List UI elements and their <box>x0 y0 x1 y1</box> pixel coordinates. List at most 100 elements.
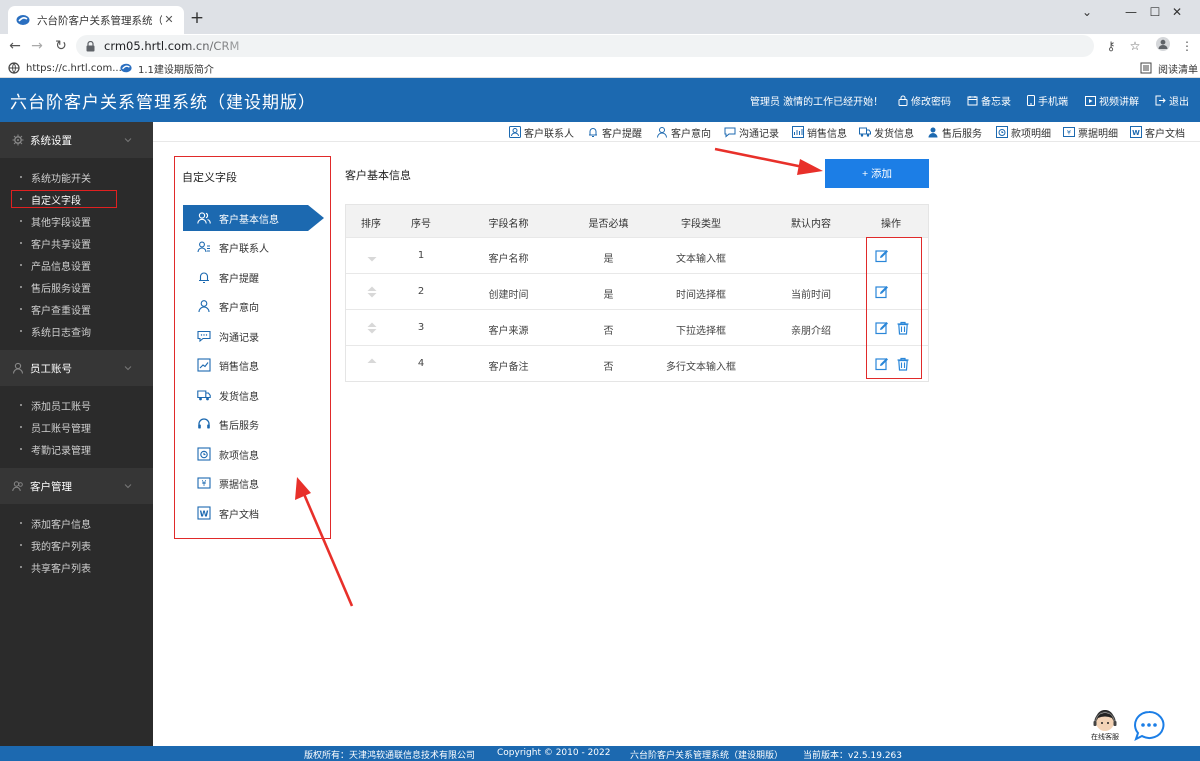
logout-icon <box>1155 95 1166 106</box>
cell-field-name: 创建时间 <box>488 290 529 301</box>
window-close-icon[interactable]: ✕ <box>1154 0 1200 28</box>
profile-avatar-icon[interactable] <box>1154 37 1172 55</box>
column-header-actions: 操作 <box>881 219 901 230</box>
column-header-index: 序号 <box>411 219 431 230</box>
field-category-basic-info[interactable]: 客户基本信息 <box>183 205 324 231</box>
more-menu-icon[interactable]: ⋮ <box>1178 37 1196 55</box>
lock-icon <box>898 95 908 106</box>
browser-tab[interactable]: 六台阶客户关系管理系统（建设期 ✕ <box>8 6 184 34</box>
truck-icon <box>859 127 871 137</box>
table-row: 1 客户名称 是 文本输入框 <box>346 237 928 273</box>
column-header-sort: 排序 <box>361 219 381 230</box>
field-category-after-sales[interactable]: 售后服务 <box>183 411 308 437</box>
sidebar-item-system-log[interactable]: 系统日志查询 <box>0 320 153 342</box>
sidebar-item-duplicate-check-settings[interactable]: 客户查重设置 <box>0 298 153 320</box>
change-password-link[interactable]: 修改密码 <box>898 93 951 108</box>
sidebar-item-after-sales-settings[interactable]: 售后服务设置 <box>0 276 153 298</box>
table-row: 2 创建时间 是 时间选择框 当前时间 <box>346 273 928 309</box>
toolbar-sales-info[interactable]: 销售信息 <box>792 125 847 140</box>
toolbar-invoice-details[interactable]: ¥ 票据明细 <box>1063 125 1118 140</box>
field-category-communication[interactable]: 沟通记录 <box>183 323 308 349</box>
memo-link[interactable]: 备忘录 <box>967 93 1011 108</box>
active-arrow <box>308 205 324 231</box>
user-icon <box>657 127 667 138</box>
reload-icon[interactable]: ↻ <box>52 37 70 55</box>
mobile-link[interactable]: 手机端 <box>1027 93 1068 108</box>
chevron-down-icon[interactable]: ⌄ <box>1064 0 1110 28</box>
service-user-icon <box>928 127 938 138</box>
star-icon[interactable]: ☆ <box>1126 37 1144 55</box>
toolbar-after-sales[interactable]: 售后服务 <box>927 125 982 140</box>
sidebar-group-system-settings[interactable]: 系统设置 <box>0 122 153 158</box>
back-icon[interactable]: ← <box>6 37 24 55</box>
add-field-button[interactable]: + 添加 <box>825 159 929 188</box>
sidebar-item-other-field-settings[interactable]: 其他字段设置 <box>0 210 153 232</box>
sidebar-group-customer-management[interactable]: 客户管理 <box>0 468 153 504</box>
sidebar-item-customer-share-settings[interactable]: 客户共享设置 <box>0 232 153 254</box>
toolbar-customer-intent[interactable]: 客户意向 <box>656 125 711 140</box>
field-category-reminders[interactable]: 客户提醒 <box>183 264 308 290</box>
gear-icon <box>12 134 24 146</box>
cell-field-type: 多行文本输入框 <box>666 362 736 373</box>
column-header-required: 是否必填 <box>588 219 629 230</box>
sidebar-item-product-settings[interactable]: 产品信息设置 <box>0 254 153 276</box>
sidebar-item-my-customers[interactable]: 我的客户列表 <box>0 534 153 556</box>
field-category-invoice[interactable]: ¥ 票据信息 <box>183 470 308 496</box>
field-category-payment[interactable]: 款项信息 <box>183 441 308 467</box>
sidebar-group-staff-accounts[interactable]: 员工账号 <box>0 350 153 386</box>
invoice-icon: ¥ <box>197 477 211 489</box>
sort-up-down-icon[interactable] <box>366 284 378 300</box>
customer-service-avatar-icon <box>1093 710 1117 731</box>
cell-default: 当前时间 <box>791 290 831 301</box>
online-service-label: 在线客服 <box>1091 733 1119 741</box>
new-tab-button[interactable]: + <box>188 9 206 27</box>
logout-link[interactable]: 退出 <box>1155 93 1189 108</box>
key-icon[interactable]: ⚷ <box>1102 37 1120 55</box>
toolbar-shipping-info[interactable]: 发货信息 <box>859 125 914 140</box>
sidebar-item-custom-fields[interactable]: 自定义字段 <box>0 188 153 210</box>
toolbar-payment-details[interactable]: 款项明细 <box>996 125 1051 140</box>
contact-card-icon <box>197 241 210 253</box>
video-tutorial-link[interactable]: 视频讲解 <box>1085 93 1139 108</box>
section-title: 客户基本信息 <box>345 169 411 182</box>
sidebar-item-attendance[interactable]: 考勤记录管理 <box>0 438 153 460</box>
toolbar-customer-contacts[interactable]: 客户联系人 <box>509 125 574 140</box>
toolbar-customer-documents[interactable]: W 客户文档 <box>1130 125 1185 140</box>
online-service-button[interactable]: 在线客服 <box>1088 710 1122 744</box>
sidebar-item-add-staff[interactable]: 添加员工账号 <box>0 394 153 416</box>
field-category-sales[interactable]: 销售信息 <box>183 352 308 378</box>
cell-index: 1 <box>417 250 425 261</box>
bookmark-item[interactable]: 1.1建设期版简介 <box>120 61 214 76</box>
sidebar-item-shared-customers[interactable]: 共享客户列表 <box>0 556 153 578</box>
toolbar-communication-records[interactable]: 沟通记录 <box>724 125 779 140</box>
headset-icon <box>198 418 210 429</box>
url-input[interactable]: crm05.hrtl.com.cn/CRM <box>76 35 1094 57</box>
cell-required: 是 <box>603 254 614 265</box>
column-header-default: 默认内容 <box>791 219 831 230</box>
field-category-contacts[interactable]: 客户联系人 <box>183 234 308 260</box>
sort-up-icon[interactable] <box>366 356 378 372</box>
field-category-documents[interactable]: W 客户文档 <box>183 500 308 526</box>
chat-icon <box>197 330 211 343</box>
cell-field-name: 客户名称 <box>488 254 529 265</box>
chat-bubble-button[interactable] <box>1133 710 1165 742</box>
sidebar-item-add-customer[interactable]: 添加客户信息 <box>0 512 153 534</box>
cell-required: 否 <box>603 362 614 373</box>
field-category-intent[interactable]: 客户意向 <box>183 293 308 319</box>
sidebar-item-feature-switch[interactable]: 系统功能开关 <box>0 166 153 188</box>
cell-field-type: 文本输入框 <box>676 254 726 265</box>
bookmark-item[interactable]: https://c.hrtl.com.... <box>8 61 125 75</box>
video-icon <box>1085 95 1096 106</box>
sort-up-down-icon[interactable] <box>366 320 378 336</box>
field-category-shipping[interactable]: 发货信息 <box>183 382 308 408</box>
footer-product-name: 六台阶客户关系管理系统（建设期版） <box>630 751 784 761</box>
sidebar-item-staff-management[interactable]: 员工账号管理 <box>0 416 153 438</box>
toolbar-customer-reminders[interactable]: 客户提醒 <box>587 125 642 140</box>
bell-icon <box>199 272 209 284</box>
reading-list-button[interactable]: 阅读清单 <box>1140 61 1198 76</box>
sort-down-icon[interactable] <box>366 248 378 264</box>
phone-icon <box>1027 95 1035 106</box>
close-icon[interactable]: ✕ <box>162 13 176 27</box>
cell-field-name: 客户备注 <box>488 362 529 373</box>
forward-icon[interactable]: → <box>28 37 46 55</box>
